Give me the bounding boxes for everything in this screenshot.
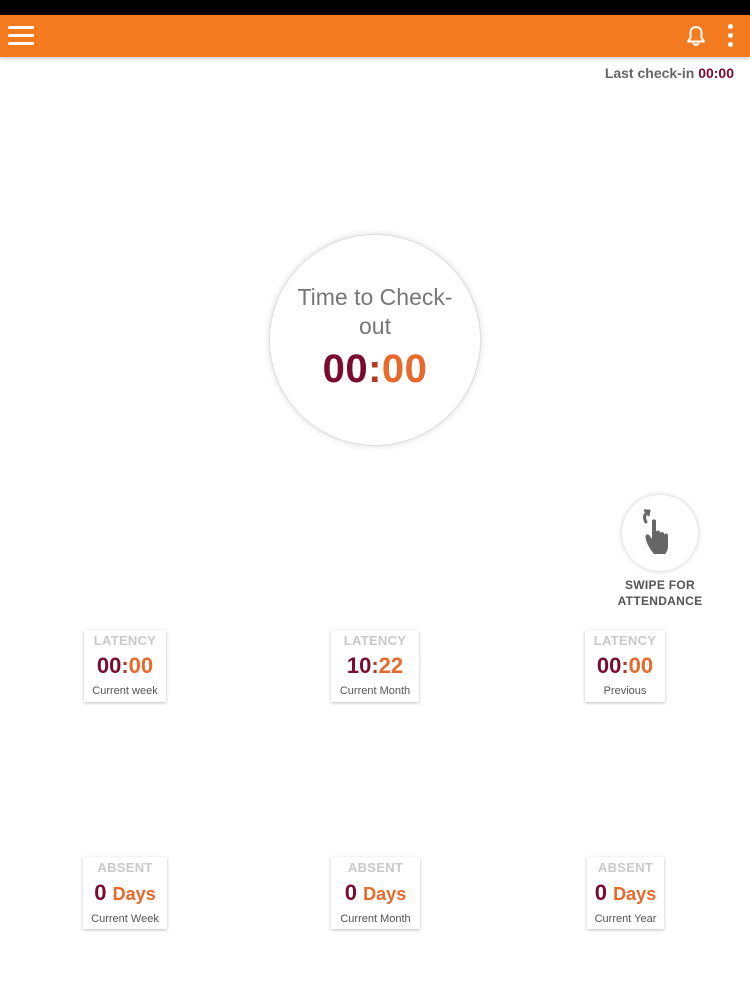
card-value: 00:00 (596, 653, 654, 678)
swipe-label-line1: SWIPE FOR (624, 578, 696, 592)
status-bar (0, 0, 750, 15)
latency-card-previous: LATENCY 00:00 Previous (585, 630, 665, 702)
card-subtitle: Current Year (594, 913, 657, 925)
swipe-label-line2: ATTENDANCE (617, 594, 703, 608)
timer-separator: : (368, 346, 382, 391)
absent-card-current-week: ABSENT 0 Days Current Week (83, 857, 167, 929)
timer-title: Time to Check-out (297, 283, 453, 339)
card-value: 0 Days (94, 880, 156, 905)
timer-minutes: 00 (381, 346, 428, 391)
bell-icon[interactable] (684, 24, 708, 48)
timer-hours: 00 (322, 346, 369, 391)
card-subtitle: Current Month (339, 685, 411, 697)
swipe-label: SWIPE FOR ATTENDANCE (600, 577, 720, 609)
last-checkin-label: Last check-in (604, 65, 695, 81)
app-bar (0, 15, 750, 57)
hamburger-menu-icon[interactable] (8, 24, 35, 48)
swipe-hand-icon (643, 509, 668, 554)
absent-card-current-year: ABSENT 0 Days Current Year (587, 857, 664, 929)
card-subtitle: Current Week (91, 913, 159, 925)
card-subtitle: Previous (603, 685, 647, 697)
swipe-attendance-button[interactable] (622, 495, 698, 571)
timer-value: 00:00 (323, 347, 428, 392)
card-subtitle: Current week (92, 685, 158, 697)
card-subtitle: Current Month (340, 913, 411, 925)
card-value: 0 Days (594, 880, 657, 905)
card-title: LATENCY (593, 633, 657, 648)
more-vertical-icon[interactable] (722, 21, 740, 51)
card-value: 10:22 (346, 653, 404, 678)
card-title: LATENCY (343, 633, 407, 648)
latency-card-current-month: LATENCY 10:22 Current Month (331, 630, 419, 702)
card-title: ABSENT (97, 860, 153, 875)
absent-card-current-month: ABSENT 0 Days Current Month (331, 857, 420, 929)
card-title: ABSENT (597, 860, 654, 875)
checkout-timer: Time to Check-out 00:00 (270, 235, 480, 445)
latency-card-current-week: LATENCY 00:00 Current week (84, 630, 166, 702)
card-title: ABSENT (347, 860, 404, 875)
card-title: LATENCY (93, 633, 157, 648)
last-checkin: Last check-in 00:00 (605, 65, 734, 81)
last-checkin-time: 00:00 (698, 65, 734, 81)
card-value: 00:00 (96, 653, 154, 678)
card-value: 0 Days (344, 880, 407, 905)
